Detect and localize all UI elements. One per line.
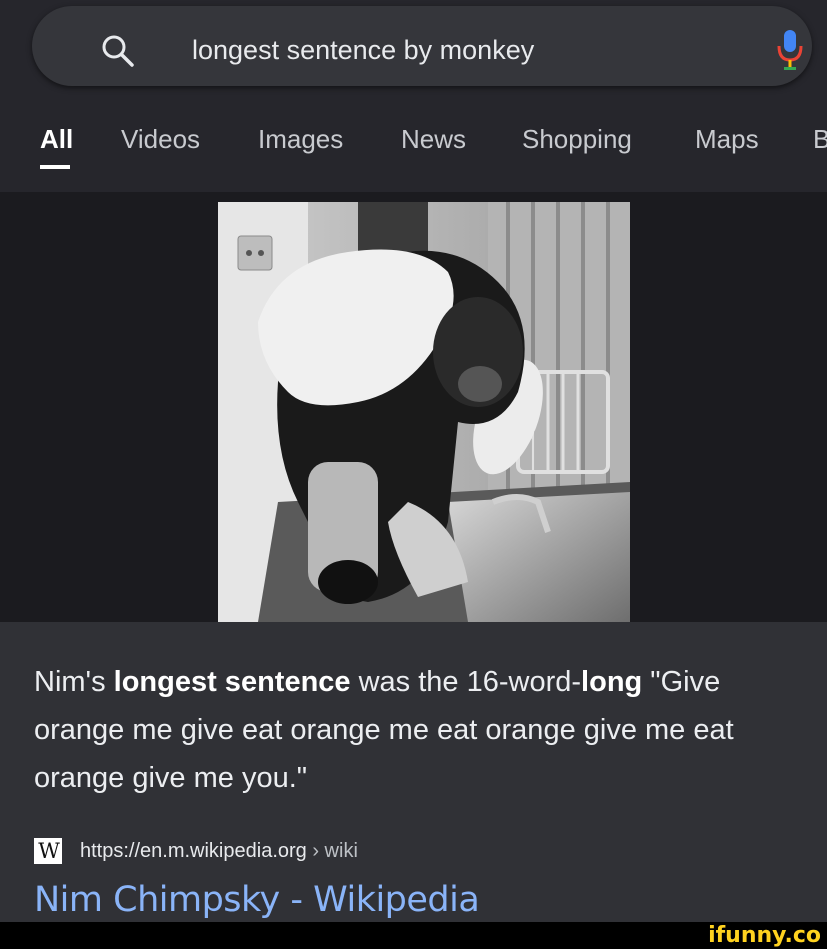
- ifunny-watermark: ifunny.co: [708, 923, 821, 948]
- tab-news[interactable]: News: [401, 124, 466, 155]
- featured-image-panel: [0, 192, 827, 622]
- snippet-text-part: was the 16-word-: [350, 666, 582, 698]
- source-breadcrumb: › wiki: [306, 840, 358, 862]
- snippet-highlight: longest sentence: [113, 666, 351, 698]
- search-icon[interactable]: [98, 32, 138, 72]
- search-input[interactable]: longest sentence by monkey: [192, 35, 534, 66]
- tab-active-indicator: [40, 165, 70, 169]
- tab-shopping[interactable]: Shopping: [522, 124, 632, 155]
- tab-maps[interactable]: Maps: [695, 124, 759, 155]
- tab-all[interactable]: All: [40, 124, 73, 155]
- search-header: longest sentence by monkey All Videos Im…: [0, 0, 827, 192]
- source-domain: https://en.m.wikipedia.org: [80, 840, 307, 862]
- tab-books[interactable]: B: [813, 124, 827, 155]
- snippet-text-part: Nim's: [34, 666, 114, 698]
- chimpanzee-washing-dishes-photo[interactable]: [218, 202, 630, 622]
- featured-snippet-text: Nim's longest sentence was the 16-word-l…: [34, 658, 804, 802]
- microphone-icon[interactable]: [774, 28, 806, 72]
- wikipedia-favicon-icon: W: [34, 838, 62, 864]
- tab-videos[interactable]: Videos: [121, 124, 200, 155]
- footer-strip: [0, 922, 827, 949]
- search-bar[interactable]: longest sentence by monkey: [32, 6, 812, 86]
- result-title-link[interactable]: Nim Chimpsky - Wikipedia: [34, 880, 480, 920]
- source-url[interactable]: https://en.m.wikipedia.org › wiki: [80, 840, 358, 863]
- tab-images[interactable]: Images: [258, 124, 343, 155]
- snippet-highlight: long: [581, 666, 643, 698]
